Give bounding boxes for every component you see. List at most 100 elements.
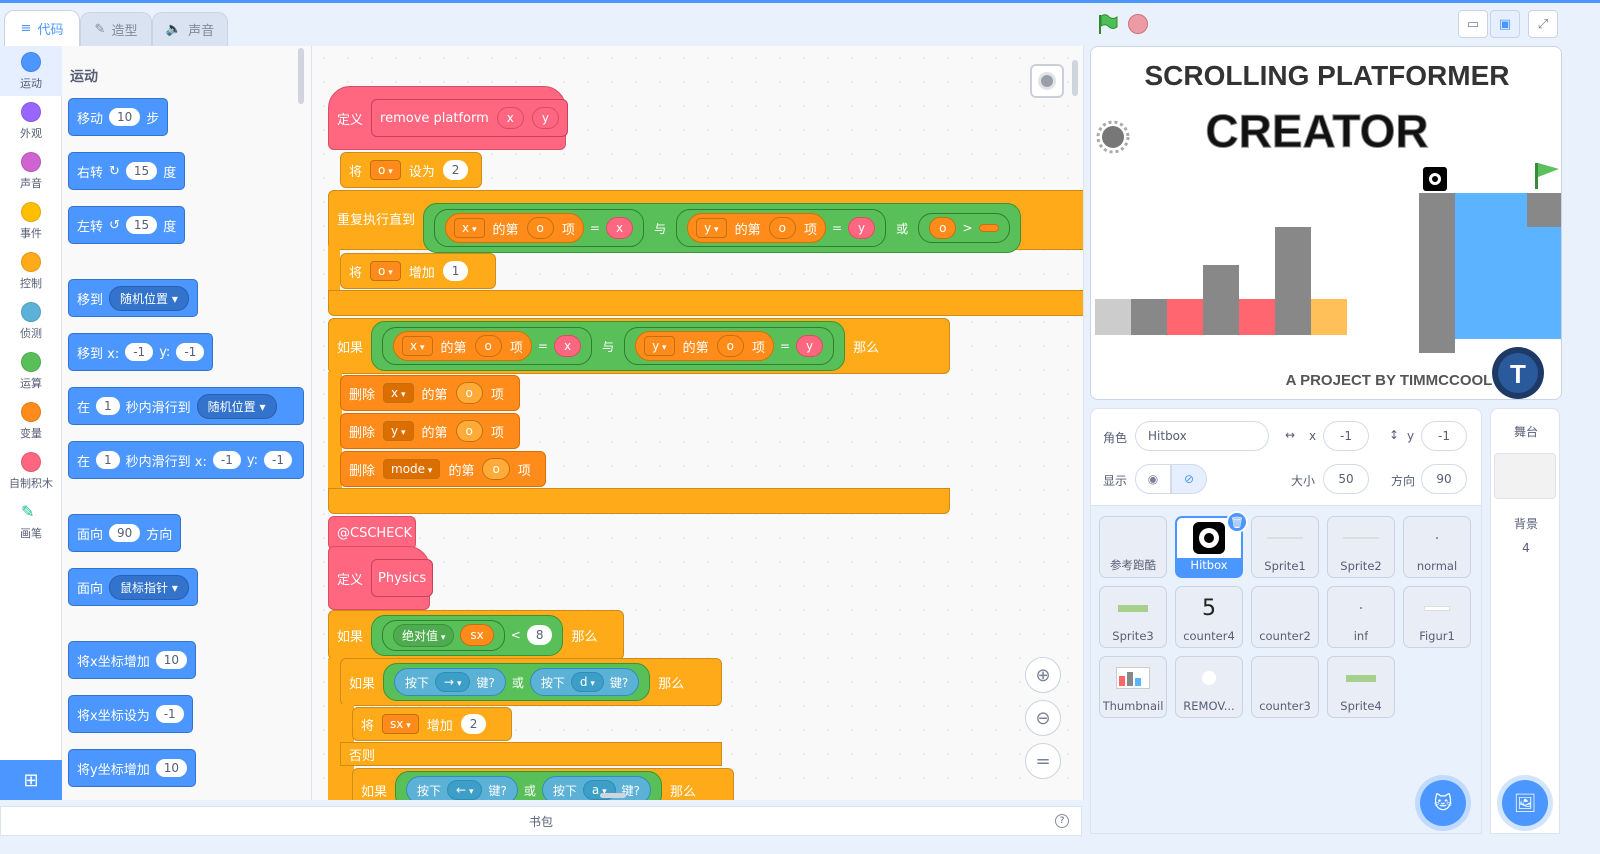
change-o-block[interactable]: 将 o 增加 1 [340,253,496,289]
choose-sprite-button[interactable]: 🐱 [1420,780,1466,826]
stage-canvas[interactable]: SCROLLING PLATFORMER CREATOR A PROJECT B… [1090,46,1562,400]
fullscreen-button[interactable]: ⤢ [1528,10,1558,38]
var-dropdown[interactable]: o [370,261,401,281]
block-turn-right[interactable]: 右转 ↻ 15 度 [68,152,186,190]
value-input[interactable]: 2 [442,160,469,180]
green-flag-icon[interactable] [1096,13,1118,35]
list-dropdown[interactable]: mode [383,459,441,479]
item-of-list-x[interactable]: x 的第 o 项 [445,213,584,243]
stop-button[interactable] [1128,14,1148,34]
key-dropdown[interactable]: ← [447,780,483,800]
script-workspace[interactable]: 定义 remove platform x y 将 o 设为 2 重复执行直到 x… [312,46,1084,800]
block-point-direction[interactable]: 面向 90 方向 [68,514,182,552]
var-reporter-o[interactable]: o [768,217,796,239]
block-change-y[interactable]: 将y坐标增加 10 [68,749,196,787]
param-y[interactable]: y [848,217,876,239]
category-3[interactable]: 事件 [0,196,62,246]
sprite-tile[interactable]: 参考跑酷 [1099,516,1167,578]
key-dropdown[interactable]: → [435,672,471,692]
var-reporter-o[interactable]: o [455,382,483,404]
choose-backdrop-button[interactable]: 🖼 [1502,780,1548,826]
x-input[interactable]: -1 [1323,421,1369,451]
set-o-block[interactable]: 将 o 设为 2 [340,152,482,188]
seconds-input[interactable]: 1 [96,397,120,415]
large-stage-button[interactable]: ▣ [1490,10,1520,38]
block-goto-xy[interactable]: 移到 x: -1 y: -1 [68,333,214,371]
sprite-tile[interactable]: counter2 [1251,586,1319,648]
block-goto[interactable]: 移到 随机位置 [68,279,198,317]
define-physics-block[interactable]: 定义 Physics [328,546,434,610]
define-remove-platform-block[interactable]: 定义 remove platform x y [328,86,568,150]
category-5[interactable]: 侦测 [0,296,62,346]
direction-input[interactable]: 90 [1421,464,1467,494]
value-input[interactable]: 2 [460,714,487,734]
if-block-2[interactable]: 如果 绝对值 sx < 8 那么 [328,610,624,660]
dx-input[interactable]: 10 [155,651,187,669]
dy-input[interactable]: 10 [155,759,187,777]
repeat-until-block[interactable]: 重复执行直到 x 的第 o 项 = x 与 y 的第 [328,190,1083,253]
backpack-bar[interactable]: 书包 ? [0,806,1082,836]
list-dropdown[interactable]: y [696,218,727,238]
delete-item-mode-block[interactable]: 删除 mode 的第 o 项 [340,451,546,487]
steps-input[interactable]: 10 [109,108,141,126]
delete-sprite-button[interactable]: 🗑 [1226,511,1248,533]
value-input[interactable]: 1 [442,261,469,281]
degrees-input[interactable]: 15 [125,216,158,234]
zoom-in-button[interactable]: ⊕ [1025,657,1061,693]
delete-item-x-block[interactable]: 删除 x 的第 o 项 [340,375,520,411]
block-move-steps[interactable]: 移动 10 步 [68,98,169,136]
tab-code[interactable]: ≡ 代码 [4,10,80,46]
degrees-input[interactable]: 15 [125,162,158,180]
var-reporter-o[interactable]: o [482,458,510,480]
y-input[interactable]: -1 [1421,421,1467,451]
if-block-1[interactable]: 如果 x 的第 o 项 = x 与 y 的第 [328,318,950,374]
y-input[interactable]: -1 [263,451,292,469]
param-x[interactable]: x [605,217,634,239]
var-reporter-o[interactable]: o [455,420,483,442]
key-pressed-a[interactable]: 按下 a 键? [541,776,652,800]
param-y[interactable]: y [796,335,824,357]
var-dropdown[interactable]: o [370,160,401,180]
if-block-4[interactable]: 如果 按下 ← 键? 或 按下 a 键? 那么 [352,768,734,800]
key-pressed-d[interactable]: 按下 d 键? [529,668,640,696]
var-reporter-sx[interactable]: sx [460,624,494,646]
list-dropdown[interactable]: x [402,336,433,356]
change-sx-block[interactable]: 将 sx 增加 2 [352,707,512,741]
sprite-name-input[interactable]: Hitbox [1135,421,1269,451]
cscheck-comment-block[interactable]: @CSCHECK [328,516,416,550]
key-pressed-left[interactable]: 按下 ← 键? [406,776,518,800]
category-0[interactable]: 运动 [0,46,62,96]
block-set-x[interactable]: 将x坐标设为 -1 [68,695,193,733]
palette-scrollbar[interactable] [298,48,304,104]
direction-input[interactable]: 90 [109,524,141,542]
if-block-3[interactable]: 如果 按下 → 键? 或 按下 d 键? 那么 [340,658,722,706]
zoom-out-button[interactable]: ⊖ [1025,700,1061,736]
sprite-tile[interactable]: Thumbnail [1099,656,1167,718]
stage-thumbnail[interactable] [1494,453,1556,499]
x-input[interactable]: -1 [212,451,241,469]
size-input[interactable]: 50 [1323,464,1369,494]
param-y[interactable]: y [531,107,559,129]
var-reporter-o[interactable]: o [929,217,957,239]
towards-dropdown[interactable]: 鼠标指针 [109,574,189,600]
key-pressed-right[interactable]: 按下 → 键? [394,668,506,696]
sprite-tile[interactable]: inf [1327,586,1395,648]
var-dropdown[interactable]: sx [382,714,419,734]
math-func-dropdown[interactable]: 绝对值 [393,623,455,647]
delete-item-y-block[interactable]: 删除 y 的第 o 项 [340,413,520,449]
category-9[interactable]: ✎ 画笔 [0,496,62,546]
sprite-tile[interactable]: Sprite3 [1099,586,1167,648]
help-icon[interactable]: ? [1055,814,1069,828]
seconds-input[interactable]: 1 [96,451,120,469]
block-point-towards[interactable]: 面向 鼠标指针 [68,568,198,606]
x-input[interactable]: -1 [155,705,184,723]
category-4[interactable]: 控制 [0,246,62,296]
param-x[interactable]: x [553,335,582,357]
block-glide-xy[interactable]: 在 1 秒内滑行到 x: -1 y: -1 [68,441,304,479]
category-1[interactable]: 外观 [0,96,62,146]
value-input[interactable]: 8 [526,625,553,645]
key-dropdown[interactable]: d [570,672,604,692]
show-sprite-button[interactable]: ◉ [1135,464,1171,494]
list-dropdown[interactable]: y [383,421,414,441]
stage-target-pane[interactable]: 舞台 背景 4 [1490,408,1560,834]
